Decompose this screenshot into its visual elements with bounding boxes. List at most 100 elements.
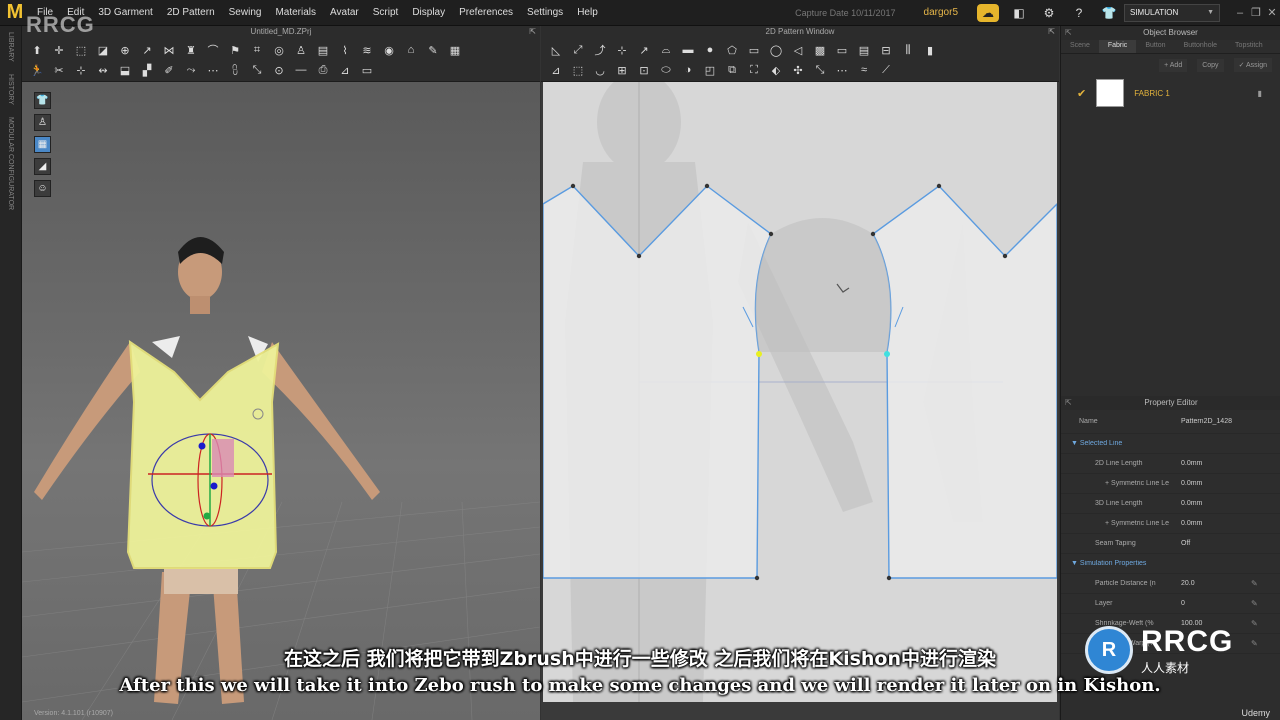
topstitch-icon[interactable]: ⬭ (657, 62, 675, 78)
polygon-icon[interactable]: ⌓ (657, 42, 675, 58)
settings-icon[interactable]: ⚙ (1039, 4, 1059, 22)
collapse-icon[interactable]: ⇱ (1065, 26, 1072, 40)
tab-modular-configurator[interactable]: MODULAR CONFIGURATOR (7, 111, 14, 216)
collapse-icon[interactable]: ⇱ (1065, 396, 1072, 410)
menu-display[interactable]: Display (405, 7, 452, 18)
ruler-icon[interactable]: ⌗ (248, 42, 266, 58)
avatar-tool-icon[interactable]: ♙ (292, 42, 310, 58)
edit-curvature-icon[interactable]: ⤴ (591, 42, 609, 58)
paint-icon[interactable]: ✎ (424, 42, 442, 58)
display-icon[interactable]: ◧ (1009, 4, 1029, 22)
property-value[interactable]: 20.0 (1181, 580, 1251, 587)
pin-icon[interactable]: ⊕ (116, 42, 134, 58)
menu-2d-pattern[interactable]: 2D Pattern (160, 7, 222, 18)
transform-pattern-icon[interactable]: ◺ (547, 42, 565, 58)
size-icon[interactable]: ▭ (358, 62, 376, 78)
stitch-icon[interactable]: ⋈ (160, 42, 178, 58)
button-2d-icon[interactable]: ⊞ (613, 62, 631, 78)
close-icon[interactable]: ✕ (1264, 6, 1280, 19)
property-value[interactable]: 0.0mm (1181, 460, 1251, 467)
pleat-icon[interactable]: ⫼ (899, 42, 917, 58)
run-icon[interactable]: 🏃 (28, 62, 46, 78)
fold-icon[interactable]: ◪ (94, 42, 112, 58)
puckering-2d-icon[interactable]: ⧉ (723, 62, 741, 78)
texture-icon[interactable]: ▦ (446, 42, 464, 58)
property-value[interactable]: 0.0mm (1181, 480, 1251, 487)
tab-history[interactable]: HISTORY (7, 68, 14, 111)
internal-polygon-icon[interactable]: ⬠ (723, 42, 741, 58)
internal-circle-icon[interactable]: ◯ (767, 42, 785, 58)
3d-viewport[interactable]: 👕 ♙ ▦ ◢ ☺ Version: 4.1.101 (r10907) (22, 82, 540, 720)
zip-icon[interactable]: ⌇ (336, 42, 354, 58)
property-value[interactable]: 0.0mm (1181, 520, 1251, 527)
trace-icon[interactable]: ⤳ (182, 62, 200, 78)
fabric-list-item[interactable]: ✔ FABRIC 1 ▮ (1061, 76, 1280, 110)
brush-icon[interactable]: ✐ (160, 62, 178, 78)
property-name-value[interactable]: Pattern2D_1428 (1181, 418, 1251, 425)
notch-icon[interactable]: ⊿ (547, 62, 565, 78)
minimize-icon[interactable]: – (1232, 7, 1248, 19)
smoothing-icon[interactable]: ⬖ (767, 62, 785, 78)
property-value[interactable]: 0.0mm (1181, 500, 1251, 507)
layer-icon[interactable]: ▤ (314, 42, 332, 58)
fabric-grain-icon[interactable]: ✣ (789, 62, 807, 78)
avatar-view-icon[interactable]: ♙ (34, 114, 51, 131)
fitting-icon[interactable]: ◎ (270, 42, 288, 58)
arrange-icon[interactable]: ⚑ (226, 42, 244, 58)
restore-icon[interactable]: ❐ (1248, 6, 1264, 19)
slash-icon[interactable]: ⟋ (877, 62, 895, 78)
select-move-icon[interactable]: ⬆ (28, 42, 46, 58)
seam-allowance-icon[interactable]: ◡ (591, 62, 609, 78)
garment-view-icon[interactable]: 👕 (34, 92, 51, 109)
tack-2d-icon[interactable]: ⊟ (877, 42, 895, 58)
menu-3d-garment[interactable]: 3D Garment (91, 7, 159, 18)
menu-settings[interactable]: Settings (520, 7, 570, 18)
shading-icon[interactable]: ◢ (34, 158, 51, 175)
menu-materials[interactable]: Materials (268, 7, 323, 18)
eyedropper-icon[interactable]: ✎ (1251, 599, 1258, 608)
hanger-icon[interactable]: ⌂ (402, 42, 420, 58)
copy-fabric-button[interactable]: Copy (1197, 58, 1224, 72)
add-fabric-button[interactable]: + Add (1159, 58, 1188, 72)
lock-icon[interactable]: ▮ (1258, 89, 1262, 98)
tack-icon[interactable]: ↗ (138, 42, 156, 58)
eyedropper-icon[interactable]: ✎ (1251, 579, 1258, 588)
property-section[interactable]: ▼ Simulation Properties (1061, 554, 1280, 574)
menu-script[interactable]: Script (366, 7, 406, 18)
assign-fabric-button[interactable]: ✓ Assign (1233, 58, 1272, 72)
flatten-icon[interactable]: ⬓ (116, 62, 134, 78)
curve-point-icon[interactable]: ↭ (94, 62, 112, 78)
property-section[interactable]: ▼ Selected Line (1061, 434, 1280, 454)
2d-pattern-canvas[interactable] (543, 82, 1057, 702)
tab-fabric[interactable]: Fabric (1098, 40, 1137, 53)
line-tool-icon[interactable]: — (292, 62, 310, 78)
menu-help[interactable]: Help (570, 7, 605, 18)
shirt-tool-icon[interactable]: ♜ (182, 42, 200, 58)
edit-pattern-icon[interactable]: ✂ (50, 62, 68, 78)
segment-sewing-icon[interactable]: ▭ (833, 42, 851, 58)
edit-pattern-2d-icon[interactable]: ⤢ (569, 42, 587, 58)
texture-edit-icon[interactable]: ◑ (679, 62, 697, 78)
line-2d-icon[interactable]: ⋯ (833, 62, 851, 78)
select-box-icon[interactable]: ⬚ (72, 42, 90, 58)
circle-icon[interactable]: ● (701, 42, 719, 58)
add-point-icon[interactable]: ⊹ (613, 42, 631, 58)
avatar-shirt-icon[interactable]: 👕 (1099, 4, 1119, 22)
property-value[interactable]: Off (1181, 540, 1251, 547)
select-mesh-icon[interactable]: ▞ (138, 62, 156, 78)
tab-button[interactable]: Button (1136, 40, 1174, 53)
expand-icon[interactable]: ⇱ (1048, 26, 1055, 38)
tab-library[interactable]: LIBRARY (7, 26, 14, 68)
fold-2d-icon[interactable]: ▮ (921, 42, 939, 58)
simulation-mode-dropdown[interactable]: SIMULATION ▼ (1124, 3, 1220, 22)
graphic-icon[interactable]: ◰ (701, 62, 719, 78)
cloud-icon[interactable]: ☁ (977, 3, 999, 22)
buttonhole-icon[interactable]: ⊡ (635, 62, 653, 78)
menu-sewing[interactable]: Sewing (222, 7, 269, 18)
shrink-2d-icon[interactable]: ⤡ (811, 62, 829, 78)
puckering-icon[interactable]: ⩉ (226, 62, 244, 78)
curve-point-2d-icon[interactable]: ↗ (635, 42, 653, 58)
texture-view-icon[interactable]: ▦ (34, 136, 51, 153)
target-icon[interactable]: ⊙ (270, 62, 288, 78)
help-icon[interactable]: ? (1069, 4, 1089, 22)
